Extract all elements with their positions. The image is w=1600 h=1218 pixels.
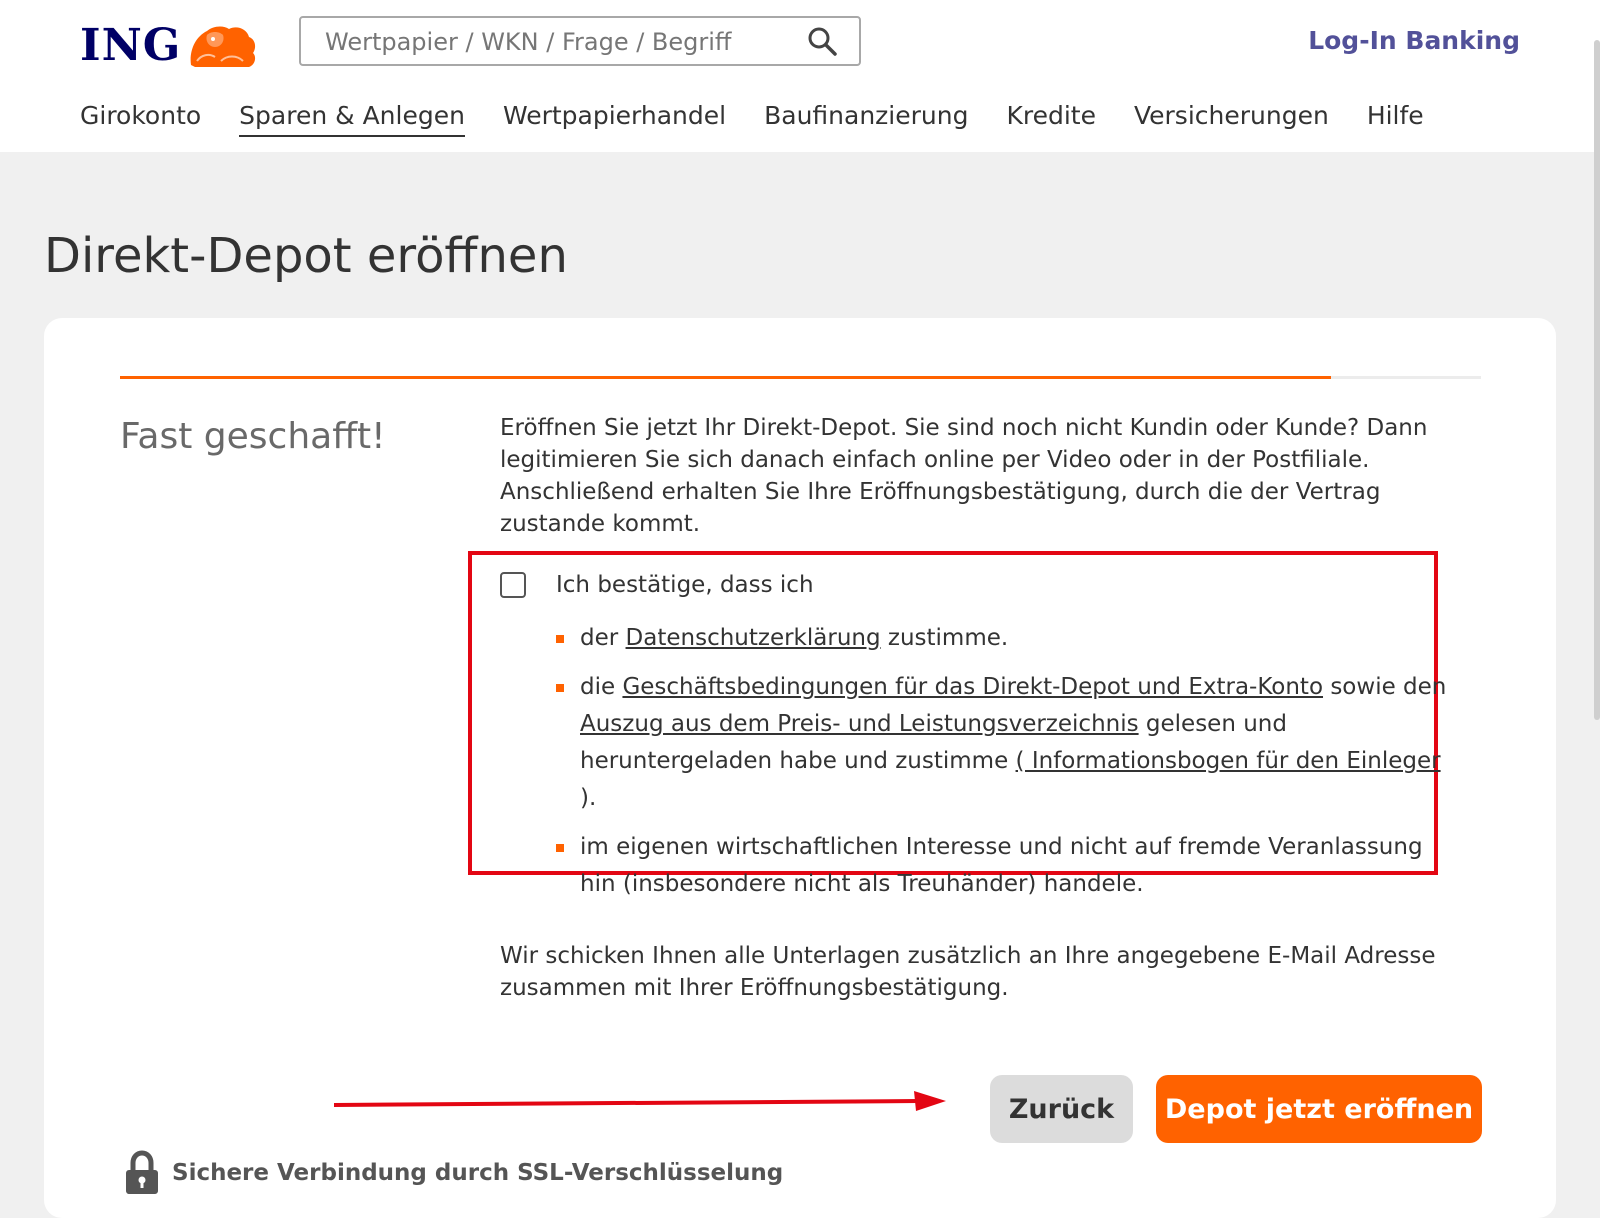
lock-icon <box>126 1150 158 1194</box>
search-input[interactable] <box>323 18 797 66</box>
page-scrollbar[interactable] <box>1594 40 1600 720</box>
back-button[interactable]: Zurück <box>990 1075 1133 1143</box>
nav-item-baufinanzierung[interactable]: Baufinanzierung <box>764 100 968 137</box>
item-text: der <box>580 625 626 651</box>
red-arrow-annotation <box>334 1091 946 1111</box>
mail-note: Wir schicken Ihnen alle Unterlagen zusät… <box>500 943 1436 1001</box>
step-title: Fast geschafft! <box>120 416 386 457</box>
search-icon[interactable] <box>807 26 837 56</box>
list-item-own-interest: im eigenen wirtschaftlichen Interesse un… <box>556 829 1456 903</box>
search-field[interactable] <box>299 16 861 66</box>
item-text: im eigenen wirtschaftlichen Interesse un… <box>580 834 1423 897</box>
consent-checkbox[interactable] <box>500 572 526 598</box>
privacy-policy-link[interactable]: Datenschutzerklärung <box>626 625 881 651</box>
nav-item-hilfe[interactable]: Hilfe <box>1367 100 1424 137</box>
login-banking-link[interactable]: Log-In Banking <box>1308 26 1520 55</box>
nav-item-sparen-anlegen[interactable]: Sparen & Anlegen <box>239 100 465 137</box>
ssl-text: Sichere Verbindung durch SSL-Verschlüsse… <box>172 1160 784 1186</box>
nav-item-wertpapierhandel[interactable]: Wertpapierhandel <box>503 100 726 137</box>
item-text: ). <box>580 785 597 811</box>
progress-bar <box>120 376 1481 379</box>
list-item-privacy: der Datenschutzerklärung zustimme. <box>556 620 1456 657</box>
nav-item-girokonto[interactable]: Girokonto <box>80 100 201 137</box>
item-text: die <box>580 674 623 700</box>
list-item-terms: die Geschäftsbedingungen für das Direkt-… <box>556 669 1456 817</box>
ing-logo[interactable]: ING <box>80 18 259 74</box>
lion-logo-icon <box>191 26 256 67</box>
progress-bar-fill <box>120 376 1332 379</box>
page-title: Direkt-Depot eröffnen <box>44 228 568 284</box>
consent-conditions-list: der Datenschutzerklärung zustimme. die G… <box>556 620 1456 915</box>
nav-item-kredite[interactable]: Kredite <box>1006 100 1096 137</box>
intro-text: Eröffnen Sie jetzt Ihr Direkt-Depot. Sie… <box>500 415 1428 537</box>
main-nav: Girokonto Sparen & Anlegen Wertpapierhan… <box>80 100 1424 137</box>
nav-item-versicherungen[interactable]: Versicherungen <box>1134 100 1329 137</box>
item-text: sowie den <box>1323 674 1447 700</box>
logo-text: ING <box>80 20 182 71</box>
ssl-notice: Sichere Verbindung durch SSL-Verschlüsse… <box>124 1150 783 1196</box>
item-text: zustimme. <box>880 625 1009 651</box>
depositor-information-link[interactable]: ( Informationsbogen für den Einleger <box>1016 748 1441 774</box>
site-header: ING Log-In Banking Girokonto Sparen & An… <box>0 0 1600 152</box>
consent-label[interactable]: Ich bestätige, dass ich <box>556 570 814 600</box>
form-card: Fast geschafft! Eröffnen Sie jetzt Ihr D… <box>44 318 1556 1218</box>
price-service-list-link[interactable]: Auszug aus dem Preis- und Leistungsverze… <box>580 711 1139 737</box>
open-depot-button[interactable]: Depot jetzt eröffnen <box>1156 1075 1482 1143</box>
terms-conditions-link[interactable]: Geschäftsbedingungen für das Direkt-Depo… <box>622 674 1323 700</box>
